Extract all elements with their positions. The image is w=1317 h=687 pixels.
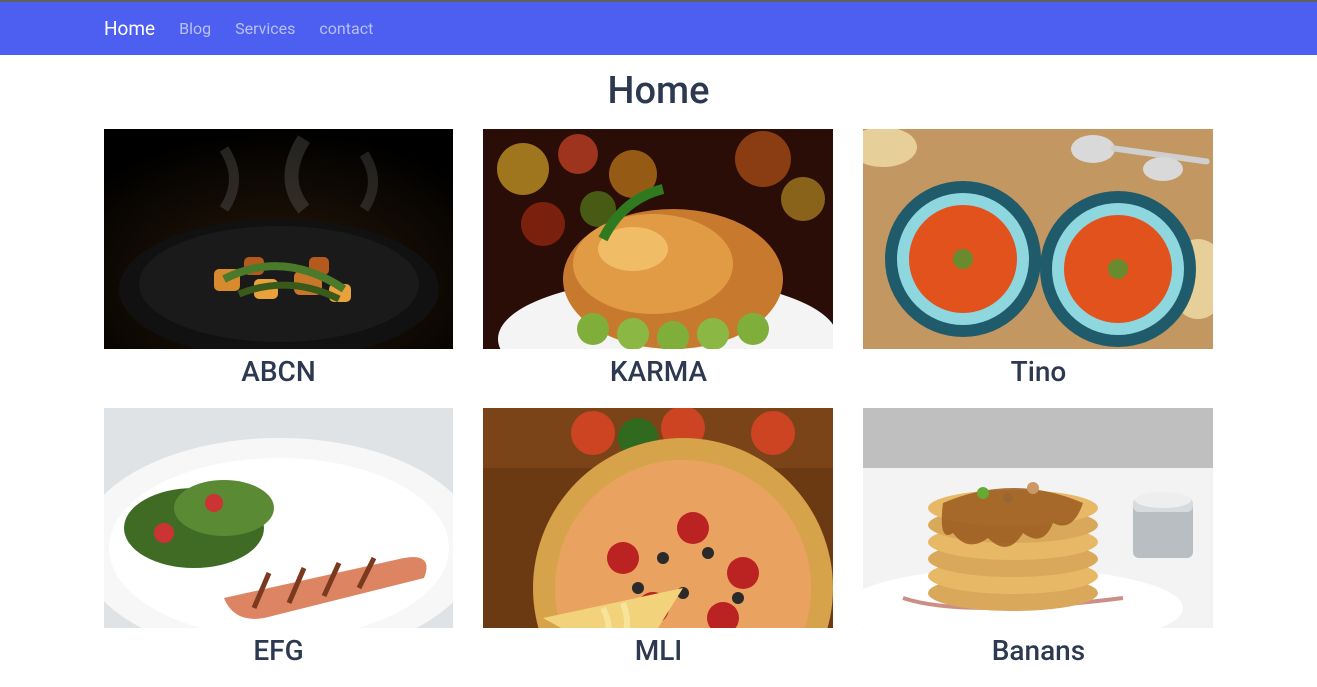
nav-link-home[interactable]: Home: [104, 2, 155, 55]
nav-link-blog[interactable]: Blog: [179, 2, 211, 55]
nav-link-contact[interactable]: contact: [319, 2, 373, 55]
card-title: KARMA: [483, 355, 833, 388]
card: Tino: [848, 129, 1228, 396]
card-title: ABCN: [104, 355, 454, 388]
page-title: Home: [0, 69, 1317, 113]
card: KARMA: [468, 129, 848, 396]
card-title: EFG: [104, 634, 454, 667]
cards-grid: ABCN: [89, 129, 1229, 687]
tomato-soup-bowls-image: [863, 129, 1213, 349]
card-title: Tino: [863, 355, 1213, 388]
card-title: MLI: [483, 634, 833, 667]
card-title: Banans: [863, 634, 1213, 667]
card: EFG: [89, 408, 469, 675]
content-container: ABCN: [89, 129, 1229, 687]
card: Banans: [848, 408, 1228, 675]
pan-stirfry-image: [104, 129, 454, 349]
card: ABCN: [89, 129, 469, 396]
primary-nav: Home Blog Services contact: [0, 2, 1317, 55]
pancakes-image: [863, 408, 1213, 628]
pizza-image: [483, 408, 833, 628]
grilled-salmon-image: [104, 408, 454, 628]
nav-link-services[interactable]: Services: [235, 2, 295, 55]
roast-chicken-image: [483, 129, 833, 349]
card: MLI: [468, 408, 848, 675]
